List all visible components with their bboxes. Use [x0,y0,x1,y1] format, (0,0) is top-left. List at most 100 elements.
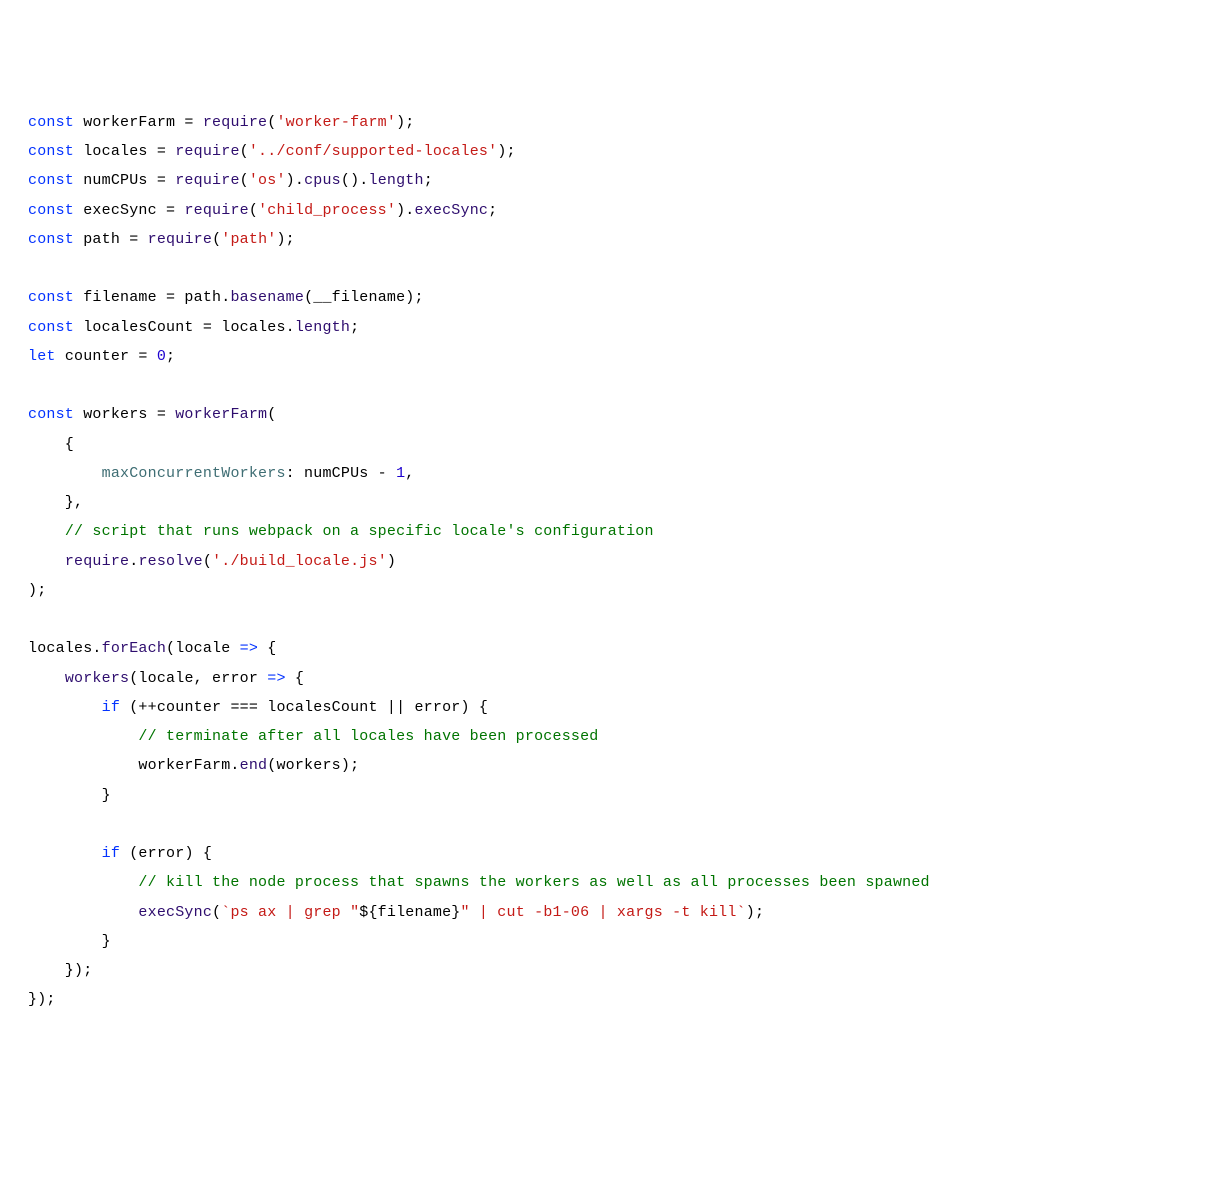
code-token: locales. [28,640,102,657]
code-token: resolve [138,553,202,570]
code-line: const localesCount = locales.length; [28,313,1204,342]
code-token: ); [497,143,515,160]
code-token: ); [28,582,46,599]
code-token: ; [488,202,497,219]
code-token: ; [424,172,433,189]
code-token: (__filename); [304,289,424,306]
code-token: ( [212,904,221,921]
code-token: (++counter === localesCount || error) { [120,699,488,716]
code-token: const [28,143,83,160]
code-token: ); [276,231,294,248]
code-token: let [28,348,65,365]
code-token: ( [212,231,221,248]
code-token [28,465,102,482]
code-token: numCPUs = [83,172,175,189]
code-token: // script that runs webpack on a specifi… [65,523,654,540]
code-token: length [369,172,424,189]
code-line: // script that runs webpack on a specifi… [28,517,1204,546]
code-token: path = [83,231,147,248]
code-token: ( [249,202,258,219]
code-line [28,605,1204,634]
code-line: }); [28,956,1204,985]
code-token: (error) { [120,845,212,862]
code-line: const path = require('path'); [28,225,1204,254]
code-line: } [28,927,1204,956]
code-token: execSync [415,202,489,219]
code-token: if [102,845,120,862]
code-line: const locales = require('../conf/support… [28,137,1204,166]
code-token: end [240,757,268,774]
code-token: maxConcurrentWorkers [102,465,286,482]
code-token: 'child_process' [258,202,396,219]
code-token: const [28,172,83,189]
code-token: workerFarm = [83,114,203,131]
code-line: workers(locale, error => { [28,664,1204,693]
code-token: }, [28,494,83,511]
code-token: workerFarm [175,406,267,423]
code-token: length [295,319,350,336]
code-token: 'worker-farm' [276,114,396,131]
code-token: ( [240,172,249,189]
code-token [28,611,37,628]
code-token: } [28,933,111,950]
code-token: ). [286,172,304,189]
code-token: }); [28,991,56,1008]
code-line: maxConcurrentWorkers: numCPUs - 1, [28,459,1204,488]
code-token: : numCPUs - [286,465,396,482]
code-line: if (error) { [28,839,1204,868]
code-token: 1 [396,465,405,482]
code-line [28,254,1204,283]
code-line: if (++counter === localesCount || error)… [28,693,1204,722]
code-line: ); [28,576,1204,605]
code-token: ; [166,348,175,365]
code-line: }); [28,985,1204,1014]
code-token: ; [350,319,359,336]
code-token [28,260,37,277]
code-token: { [286,670,304,687]
code-token: (workers); [267,757,359,774]
code-token: 'path' [221,231,276,248]
code-token: { [28,436,74,453]
code-token: // kill the node process that spawns the… [138,874,929,891]
code-token: ( [203,553,212,570]
code-token: filename = path. [83,289,230,306]
code-token: , [405,465,414,482]
code-line: const workerFarm = require('worker-farm'… [28,108,1204,137]
code-token [28,904,138,921]
code-line: locales.forEach(locale => { [28,634,1204,663]
code-line: const numCPUs = require('os').cpus().len… [28,166,1204,195]
code-token: ( [267,406,276,423]
code-token: const [28,231,83,248]
code-token: => [267,670,285,687]
code-token: (locale [166,640,240,657]
code-token: (). [341,172,369,189]
code-token: require [175,172,239,189]
code-token: ) [387,553,396,570]
code-token: require [65,553,129,570]
code-token: const [28,202,83,219]
code-token: '../conf/supported-locales' [249,143,497,160]
code-token [28,553,65,570]
code-token: counter = [65,348,157,365]
code-token: }); [28,962,92,979]
code-token: `ps ax | grep " [221,904,359,921]
code-token: 'os' [249,172,286,189]
code-token: execSync [138,904,212,921]
code-token: cpus [304,172,341,189]
code-token: const [28,319,83,336]
code-token: (locale, error [129,670,267,687]
code-line: const execSync = require('child_process'… [28,196,1204,225]
code-token: localesCount = locales. [83,319,295,336]
code-token: { [258,640,276,657]
code-token [28,874,138,891]
code-line: const workers = workerFarm( [28,400,1204,429]
code-token: './build_locale.js' [212,553,387,570]
code-token: ); [396,114,414,131]
code-token: // terminate after all locales have been… [138,728,598,745]
code-line [28,810,1204,839]
code-token: workerFarm. [28,757,240,774]
code-token: locales = [83,143,175,160]
code-token: 0 [157,348,166,365]
code-token: } [28,787,111,804]
code-token: workers = [83,406,175,423]
